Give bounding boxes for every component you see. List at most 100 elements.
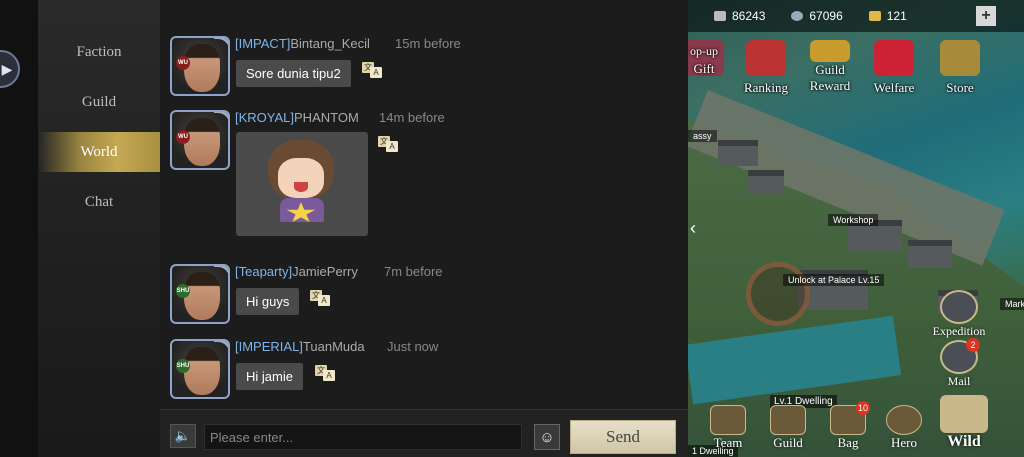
store-label: Store [946,80,974,95]
message-time: 14m before [379,110,445,125]
alliance-tag: [KROYAL] [235,110,295,125]
guild-reward-button[interactable]: Guild Reward [800,40,860,94]
player-avatar[interactable]: SHU [170,264,230,324]
faction-badge: WU [176,56,190,70]
player-avatar[interactable]: WU [170,110,230,170]
sticker-image[interactable] [236,132,368,236]
ranking-icon [746,40,786,76]
chat-panel: WU [IMPACT]Bintang_Kecil 15m before Sore… [160,0,688,457]
sender-name: [IMPACT]Bintang_Kecil [235,36,370,51]
frame-wing-icon [214,266,228,290]
player-name: Bintang_Kecil [290,36,370,51]
team-icon [710,405,746,435]
alliance-tag: [IMPACT] [235,36,291,51]
tab-label: World [80,143,118,160]
translate-icon[interactable]: 文A [310,290,334,306]
sender-name: [KROYAL]PHANTOM [235,110,359,125]
tab-label: Guild [81,93,117,110]
resource-wood[interactable]: 86243 [714,9,765,23]
guild-label: Guild [773,435,803,450]
guild-button[interactable]: Guild [758,405,818,451]
ranking-button[interactable]: Ranking [736,40,796,96]
embassy-label: assy [688,130,717,142]
speaker-icon[interactable]: 🔈 [170,424,196,448]
guild-reward-icon [810,40,850,62]
resource-iron[interactable]: 67096 [791,9,843,23]
resource-bar: 86243 67096 121 + [688,0,1024,32]
ranking-label: Ranking [743,80,789,95]
welfare-icon [874,40,914,76]
sender-name: [IMPERIAL]TuanMuda [235,339,365,354]
mail-button[interactable]: 2 Mail [924,338,994,389]
city-map-view[interactable]: assy Workshop Unlock at Palace Lv.15 Mar… [688,0,1024,457]
bag-button[interactable]: 10 Bag [818,401,878,451]
gift-button[interactable]: op-up Gift [688,40,734,77]
sender-name: [Teaparty]JamiePerry [235,264,358,279]
store-icon [940,40,980,76]
unlock-label: Unlock at Palace Lv.15 [783,274,885,286]
frame-wing-icon [214,112,228,136]
mail-label: Mail [947,374,971,388]
resource-value: 67096 [809,9,843,23]
gold-icon [868,11,881,21]
mail-count-badge: 2 [966,338,980,352]
chat-message-input[interactable] [204,424,522,450]
message-bubble: Sore dunia tipu2 [236,60,351,87]
welfare-label: Welfare [873,80,915,95]
tab-guild[interactable]: Guild [38,82,160,122]
resource-value: 121 [886,9,907,23]
team-label: Team [713,435,743,450]
guild-icon [770,405,806,435]
reward-label: Reward [809,78,851,93]
tab-world[interactable]: World [38,132,160,172]
tab-label: Faction [76,43,122,60]
alliance-tag: [IMPERIAL] [235,339,303,354]
faction-badge: SHU [176,359,190,373]
building[interactable] [718,140,758,166]
message-bubble: Hi jamie [236,363,303,390]
wild-map-icon [940,395,988,433]
message-time: 7m before [384,264,443,279]
gift-label: Gift [693,61,715,76]
message-bubble: Hi guys [236,288,300,315]
add-resource-button[interactable]: + [976,6,996,26]
timber-icon [714,11,726,21]
frame-wing-icon [214,341,228,365]
frame-wing-icon [214,38,228,62]
resource-gold[interactable]: 121 [868,9,907,23]
chevron-left-icon[interactable]: ‹ [690,218,696,239]
guild-reward-subtitle: Guild [815,62,845,77]
send-button[interactable]: Send [570,420,676,454]
faction-badge: SHU [176,284,190,298]
welfare-button[interactable]: Welfare [864,40,924,96]
faction-badge: WU [176,130,190,144]
building[interactable] [748,170,784,194]
bag-label: Bag [837,435,859,450]
water-wheel[interactable] [746,262,810,326]
tab-chat[interactable]: Chat [38,182,160,222]
tab-faction[interactable]: Faction [38,32,160,72]
player-avatar[interactable]: WU [170,36,230,96]
translate-icon[interactable]: 文A [378,136,402,152]
wild-button[interactable]: Wild [932,395,996,451]
player-name: TuanMuda [302,339,365,354]
iron-icon [791,11,804,21]
player-name: JamiePerry [292,264,358,279]
building[interactable] [908,240,952,268]
translate-icon[interactable]: 文A [362,62,386,78]
tab-label: Chat [84,193,114,210]
hero-button[interactable]: Hero [874,405,934,451]
store-button[interactable]: Store [930,40,990,96]
translate-icon[interactable]: 文A [315,365,339,381]
player-avatar[interactable]: SHU [170,339,230,399]
chat-input-bar: 🔈 ☺ Send [160,409,688,457]
emoji-icon[interactable]: ☺ [534,424,560,450]
market-label: Mark [1000,298,1024,310]
expedition-button[interactable]: Expedition [924,290,994,339]
expedition-label: Expedition [932,324,986,338]
team-button[interactable]: Team [698,405,758,451]
player-name: PHANTOM [294,110,359,125]
hero-icon [886,405,922,435]
message-time: 15m before [395,36,461,51]
resource-value: 86243 [732,9,766,23]
